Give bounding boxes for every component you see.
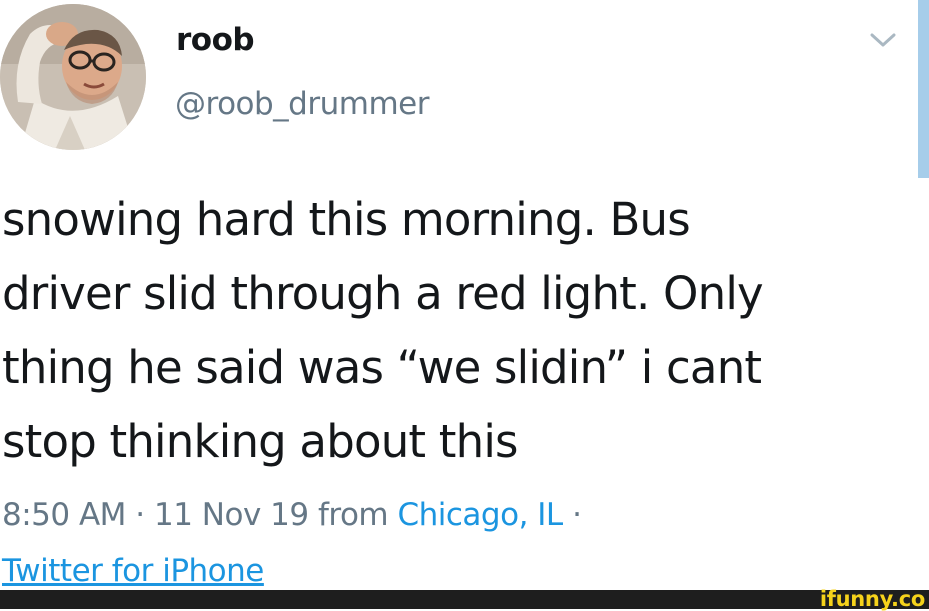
location-link[interactable]: Chicago, IL bbox=[397, 497, 563, 533]
watermark-bar: ifunny.co bbox=[0, 587, 929, 611]
tweet-metadata: 8:50 AM · 11 Nov 19 from Chicago, IL · bbox=[2, 497, 582, 533]
tweet-date[interactable]: 11 Nov 19 bbox=[154, 497, 309, 533]
avatar[interactable] bbox=[0, 4, 146, 150]
source-link[interactable]: Twitter for iPhone bbox=[2, 553, 264, 589]
separator: · bbox=[572, 497, 582, 533]
chevron-down-icon[interactable] bbox=[866, 28, 900, 52]
watermark-logo: ifunny.co bbox=[819, 587, 925, 611]
tweet-text-line: driver slid through a red light. Only bbox=[2, 267, 764, 320]
separator: · bbox=[135, 497, 145, 533]
profile-photo-icon bbox=[0, 4, 146, 150]
scrollbar-edge bbox=[918, 0, 929, 178]
tweet-text: snowing hard this morning. Bus driver sl… bbox=[2, 183, 914, 479]
tweet-time[interactable]: 8:50 AM bbox=[2, 497, 126, 533]
from-label: from bbox=[317, 497, 389, 533]
display-name[interactable]: roob bbox=[176, 22, 255, 58]
tweet-text-line: thing he said was “we slidin” i cant bbox=[2, 341, 762, 394]
tweet-text-line: stop thinking about this bbox=[2, 415, 518, 468]
tweet-text-line: snowing hard this morning. Bus bbox=[2, 193, 691, 246]
user-handle[interactable]: @roob_drummer bbox=[175, 86, 429, 122]
tweet-card: roob @roob_drummer snowing hard this mor… bbox=[0, 0, 929, 590]
